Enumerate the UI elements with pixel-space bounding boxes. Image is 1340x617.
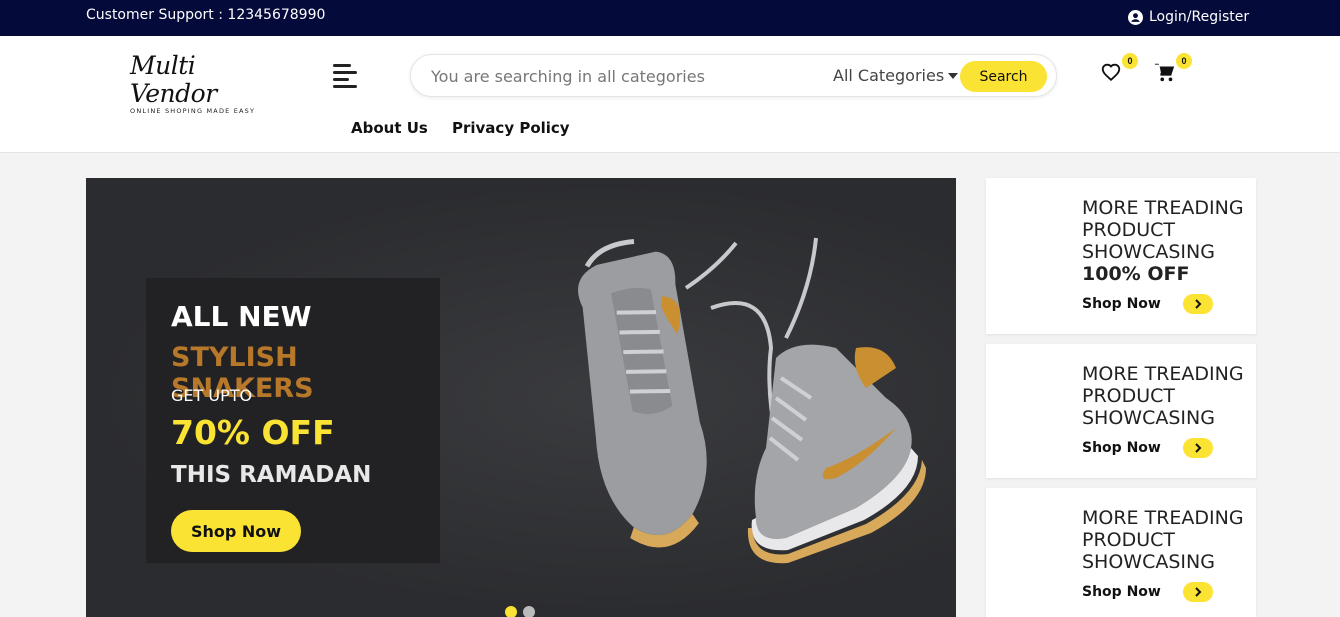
- category-dropdown-label: All Categories: [833, 66, 945, 85]
- wishlist-button[interactable]: 0: [1100, 53, 1138, 85]
- search-input[interactable]: [431, 63, 821, 89]
- carousel-dot-2[interactable]: [523, 606, 535, 617]
- hero-promo-box: ALL NEW STYLISH SNAKERS GET UPTO 70% OFF…: [146, 278, 440, 563]
- nav-about-us[interactable]: About Us: [351, 119, 428, 137]
- login-register-label: Login/Register: [1149, 9, 1250, 25]
- customer-support-text: Customer Support : 12345678990: [86, 7, 326, 23]
- search-button[interactable]: Search: [960, 61, 1047, 92]
- chevron-right-icon: [1182, 294, 1213, 314]
- chevron-right-icon: [1182, 438, 1213, 458]
- heart-icon: [1101, 63, 1121, 82]
- promo-card-title-text: MORE TREADING PRODUCT SHOWCASING: [1082, 507, 1244, 573]
- hero-get-upto: GET UPTO: [171, 386, 253, 405]
- carousel-indicators: [505, 606, 535, 617]
- shop-now-label: Shop Now: [1082, 584, 1161, 600]
- carousel-dot-1[interactable]: [505, 606, 517, 617]
- promo-card: MORE TREADING PRODUCT SHOWCASING Shop No…: [986, 488, 1256, 617]
- promo-card-shop-now[interactable]: Shop Now: [1082, 582, 1213, 602]
- promo-card-title: MORE TREADING PRODUCT SHOWCASING: [1082, 363, 1252, 429]
- promo-card: MORE TREADING PRODUCT SHOWCASING 100% OF…: [986, 178, 1256, 334]
- hero-occasion: THIS RAMADAN: [171, 462, 372, 488]
- promo-card-title: MORE TREADING PRODUCT SHOWCASING: [1082, 507, 1252, 573]
- cart-icon: [1154, 63, 1175, 82]
- promo-card-title-text: MORE TREADING PRODUCT SHOWCASING: [1082, 363, 1244, 429]
- top-bar: Customer Support : 12345678990 Login/Reg…: [0, 0, 1340, 36]
- cart-count-badge: 0: [1176, 53, 1192, 69]
- promo-card: MORE TREADING PRODUCT SHOWCASING Shop No…: [986, 344, 1256, 478]
- search-bar: All Categories Search: [410, 54, 1057, 97]
- promo-card-shop-now[interactable]: Shop Now: [1082, 438, 1213, 458]
- login-register-link[interactable]: Login/Register: [1128, 9, 1249, 25]
- shop-now-label: Shop Now: [1082, 296, 1161, 312]
- promo-card-title: MORE TREADING PRODUCT SHOWCASING 100% OF…: [1082, 197, 1252, 285]
- shop-now-label: Shop Now: [1082, 440, 1161, 456]
- hero-headline: ALL NEW: [171, 300, 312, 333]
- wishlist-count-badge: 0: [1122, 53, 1138, 69]
- logo-name: Multi Vendor: [130, 51, 217, 108]
- category-dropdown[interactable]: All Categories: [833, 66, 959, 85]
- promo-card-shop-now[interactable]: Shop Now: [1082, 294, 1213, 314]
- promo-card-title-text: MORE TREADING PRODUCT SHOWCASING: [1082, 197, 1244, 263]
- hero-discount: 70% OFF: [171, 413, 335, 452]
- hero-banner: ALL NEW STYLISH SNAKERS GET UPTO 70% OFF…: [86, 178, 956, 617]
- cart-button[interactable]: 0: [1154, 53, 1192, 85]
- hero-shop-now-button[interactable]: Shop Now: [171, 510, 301, 552]
- site-logo[interactable]: Multi Vendor ONLINE SHOPING MADE EASY: [130, 51, 270, 116]
- promo-card-offer: 100% OFF: [1082, 263, 1190, 285]
- caret-down-icon: [948, 72, 959, 79]
- chevron-right-icon: [1182, 582, 1213, 602]
- menu-toggle-button[interactable]: [333, 64, 357, 88]
- nav-privacy-policy[interactable]: Privacy Policy: [452, 119, 570, 137]
- site-header: Multi Vendor ONLINE SHOPING MADE EASY Al…: [0, 36, 1340, 153]
- logo-tagline: ONLINE SHOPING MADE EASY: [130, 107, 256, 115]
- user-icon: [1128, 9, 1143, 25]
- sneakers-image: [578, 237, 926, 564]
